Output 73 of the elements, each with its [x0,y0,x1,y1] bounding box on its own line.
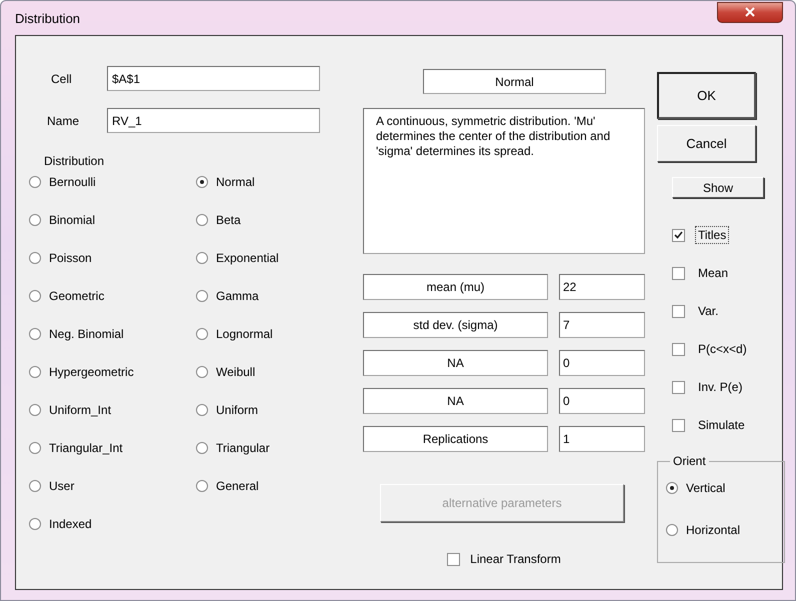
radio-button[interactable]: Exponential [196,248,279,268]
parameter-label: NA [363,388,548,414]
radio-button[interactable]: Poisson [29,248,92,268]
radio-button[interactable]: Indexed [29,514,92,534]
radio-circle-icon[interactable] [29,518,41,530]
radio-circle-icon[interactable] [196,176,208,188]
radio-circle-icon[interactable] [29,252,41,264]
radio-button[interactable]: Neg. Binomial [29,324,124,344]
radio-circle-icon[interactable] [29,176,41,188]
radio-button[interactable]: Geometric [29,286,104,306]
parameter-input[interactable]: 1 [559,426,645,452]
radio-button[interactable]: User [29,476,74,496]
radio-circle-icon[interactable] [196,404,208,416]
radio-circle-icon[interactable] [196,442,208,454]
parameter-label: std dev. (sigma) [363,312,548,338]
radio-circle-icon[interactable] [666,482,678,494]
ok-button[interactable]: OK [657,72,756,119]
group-label: Distribution [43,154,106,170]
radio-circle-icon[interactable] [29,480,41,492]
field-label: Cell [50,72,73,86]
radio-circle-icon[interactable] [196,480,208,492]
description-text: A continuous, symmetric distribution. 'Mu' determines the center of the distribution and 'sigma' determines its spread. [363,108,645,254]
radio-circle-icon[interactable] [29,214,41,226]
checkbox[interactable]: Mean [672,264,732,282]
radio-button[interactable]: Triangular_Int [29,438,123,458]
radio-circle-icon[interactable] [196,252,208,264]
parameter-label: Replications [363,426,548,452]
radio-button[interactable]: Weibull [196,362,256,382]
parameter-input[interactable]: 22 [559,274,645,300]
radio-button[interactable]: Hypergeometric [29,362,134,382]
distribution-name: Normal [423,69,606,94]
radio-button[interactable]: Uniform_Int [29,400,112,420]
radio-button[interactable]: Bernoulli [29,172,96,192]
radio-button[interactable]: General [196,476,259,496]
checkbox[interactable]: Simulate [672,416,748,434]
checkbox[interactable]: Var. [672,302,722,320]
close-button[interactable] [717,2,783,22]
radio-button[interactable]: Lognormal [196,324,273,344]
radio-circle-icon[interactable] [196,290,208,302]
checkbox[interactable]: Inv. P(e) [672,378,746,396]
radio-button[interactable]: Vertical [666,478,726,498]
parameter-input[interactable]: 7 [559,312,645,338]
radio-button[interactable]: Binomial [29,210,96,230]
radio-button[interactable]: Gamma [196,286,259,306]
checkbox[interactable]: P(c<x<d) [672,340,750,358]
close-icon [745,7,755,17]
radio-circle-icon[interactable] [196,366,208,378]
parameter-label: NA [363,350,548,376]
input-field[interactable]: RV_1 [107,108,320,133]
radio-circle-icon[interactable] [29,404,41,416]
parameter-input[interactable]: 0 [559,388,645,414]
group-label: Orient [672,454,707,468]
checkbox[interactable]: Linear Transform [447,552,561,566]
radio-circle-icon[interactable] [29,442,41,454]
radio-button[interactable]: Uniform [196,400,258,420]
input-field[interactable]: $A$1 [107,66,320,91]
radio-circle-icon[interactable] [29,328,41,340]
radio-circle-icon[interactable] [196,214,208,226]
radio-button[interactable]: Normal [196,172,255,192]
window-title: Distribution [15,10,80,26]
parameter-label: mean (mu) [363,274,548,300]
checkmark-icon [674,231,683,239]
radio-button[interactable]: Beta [196,210,241,230]
radio-circle-icon[interactable] [29,290,41,302]
field-label: Name [46,114,80,128]
cancel-button[interactable]: Cancel [657,125,756,162]
radio-circle-icon[interactable] [196,328,208,340]
radio-button[interactable]: Triangular [196,438,270,458]
radio-circle-icon[interactable] [666,524,678,536]
parameter-input[interactable]: 0 [559,350,645,376]
radio-button[interactable]: Horizontal [666,520,740,540]
radio-circle-icon[interactable] [29,366,41,378]
show-button[interactable]: Show [672,177,764,198]
